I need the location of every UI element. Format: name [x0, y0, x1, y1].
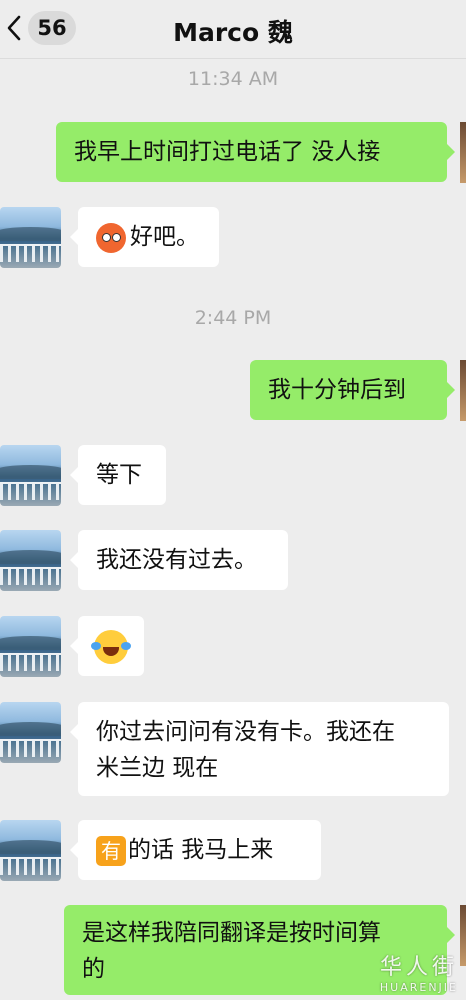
contact-avatar[interactable]: [0, 530, 61, 591]
contact-avatar[interactable]: [0, 445, 61, 506]
contact-avatar[interactable]: [0, 616, 61, 677]
timestamp: 2:44 PM: [194, 307, 272, 329]
message-bubble-incoming[interactable]: 好吧。: [70, 207, 219, 267]
message-text-line: 是这样我陪同翻译是按时间算: [82, 920, 381, 946]
message-bubble-incoming[interactable]: 等下: [70, 445, 166, 505]
my-avatar[interactable]: [460, 360, 466, 421]
laughing-tears-face-icon: [91, 629, 131, 664]
message-bubble-outgoing[interactable]: 我十分钟后到: [250, 360, 455, 420]
message-text: 我早上时间打过电话了 没人接: [74, 139, 381, 165]
message-bubble-outgoing[interactable]: 我早上时间打过电话了 没人接: [56, 122, 455, 182]
message-text: 等下: [96, 462, 142, 488]
contact-avatar[interactable]: [0, 702, 61, 763]
timestamp: 11:34 AM: [187, 68, 279, 90]
message-bubble-incoming[interactable]: 你过去问问有没有卡。我还在 米兰边 现在: [70, 702, 449, 796]
message-bubble-incoming[interactable]: [70, 616, 144, 676]
message-text-line: 米兰边 现在: [96, 755, 219, 781]
watermark-subtext: HUARENJIE: [379, 981, 458, 994]
message-bubble-incoming[interactable]: 有的话 我马上来: [70, 820, 321, 880]
message-text-line: 的: [82, 956, 105, 982]
contact-name[interactable]: Marco 魏: [0, 13, 466, 49]
watermark: 华人街 HUARENJIE: [380, 949, 458, 994]
my-avatar[interactable]: [460, 905, 466, 966]
message-bubble-incoming[interactable]: 我还没有过去。: [70, 530, 288, 590]
message-text: 好吧。: [130, 224, 199, 250]
you-character-emoji-icon: 有: [96, 835, 126, 866]
message-text: 我还没有过去。: [96, 547, 257, 573]
contact-avatar[interactable]: [0, 820, 61, 881]
my-avatar[interactable]: [460, 122, 466, 183]
message-text: 的话 我马上来: [128, 837, 274, 863]
message-text: 我十分钟后到: [268, 377, 406, 403]
watermark-text: 华人街: [379, 955, 458, 980]
message-text-line: 你过去问问有没有卡。我还在: [96, 719, 395, 745]
contact-avatar[interactable]: [0, 207, 61, 268]
chat-header: 56 Marco 魏: [0, 0, 466, 59]
worried-face-icon: [96, 222, 126, 253]
